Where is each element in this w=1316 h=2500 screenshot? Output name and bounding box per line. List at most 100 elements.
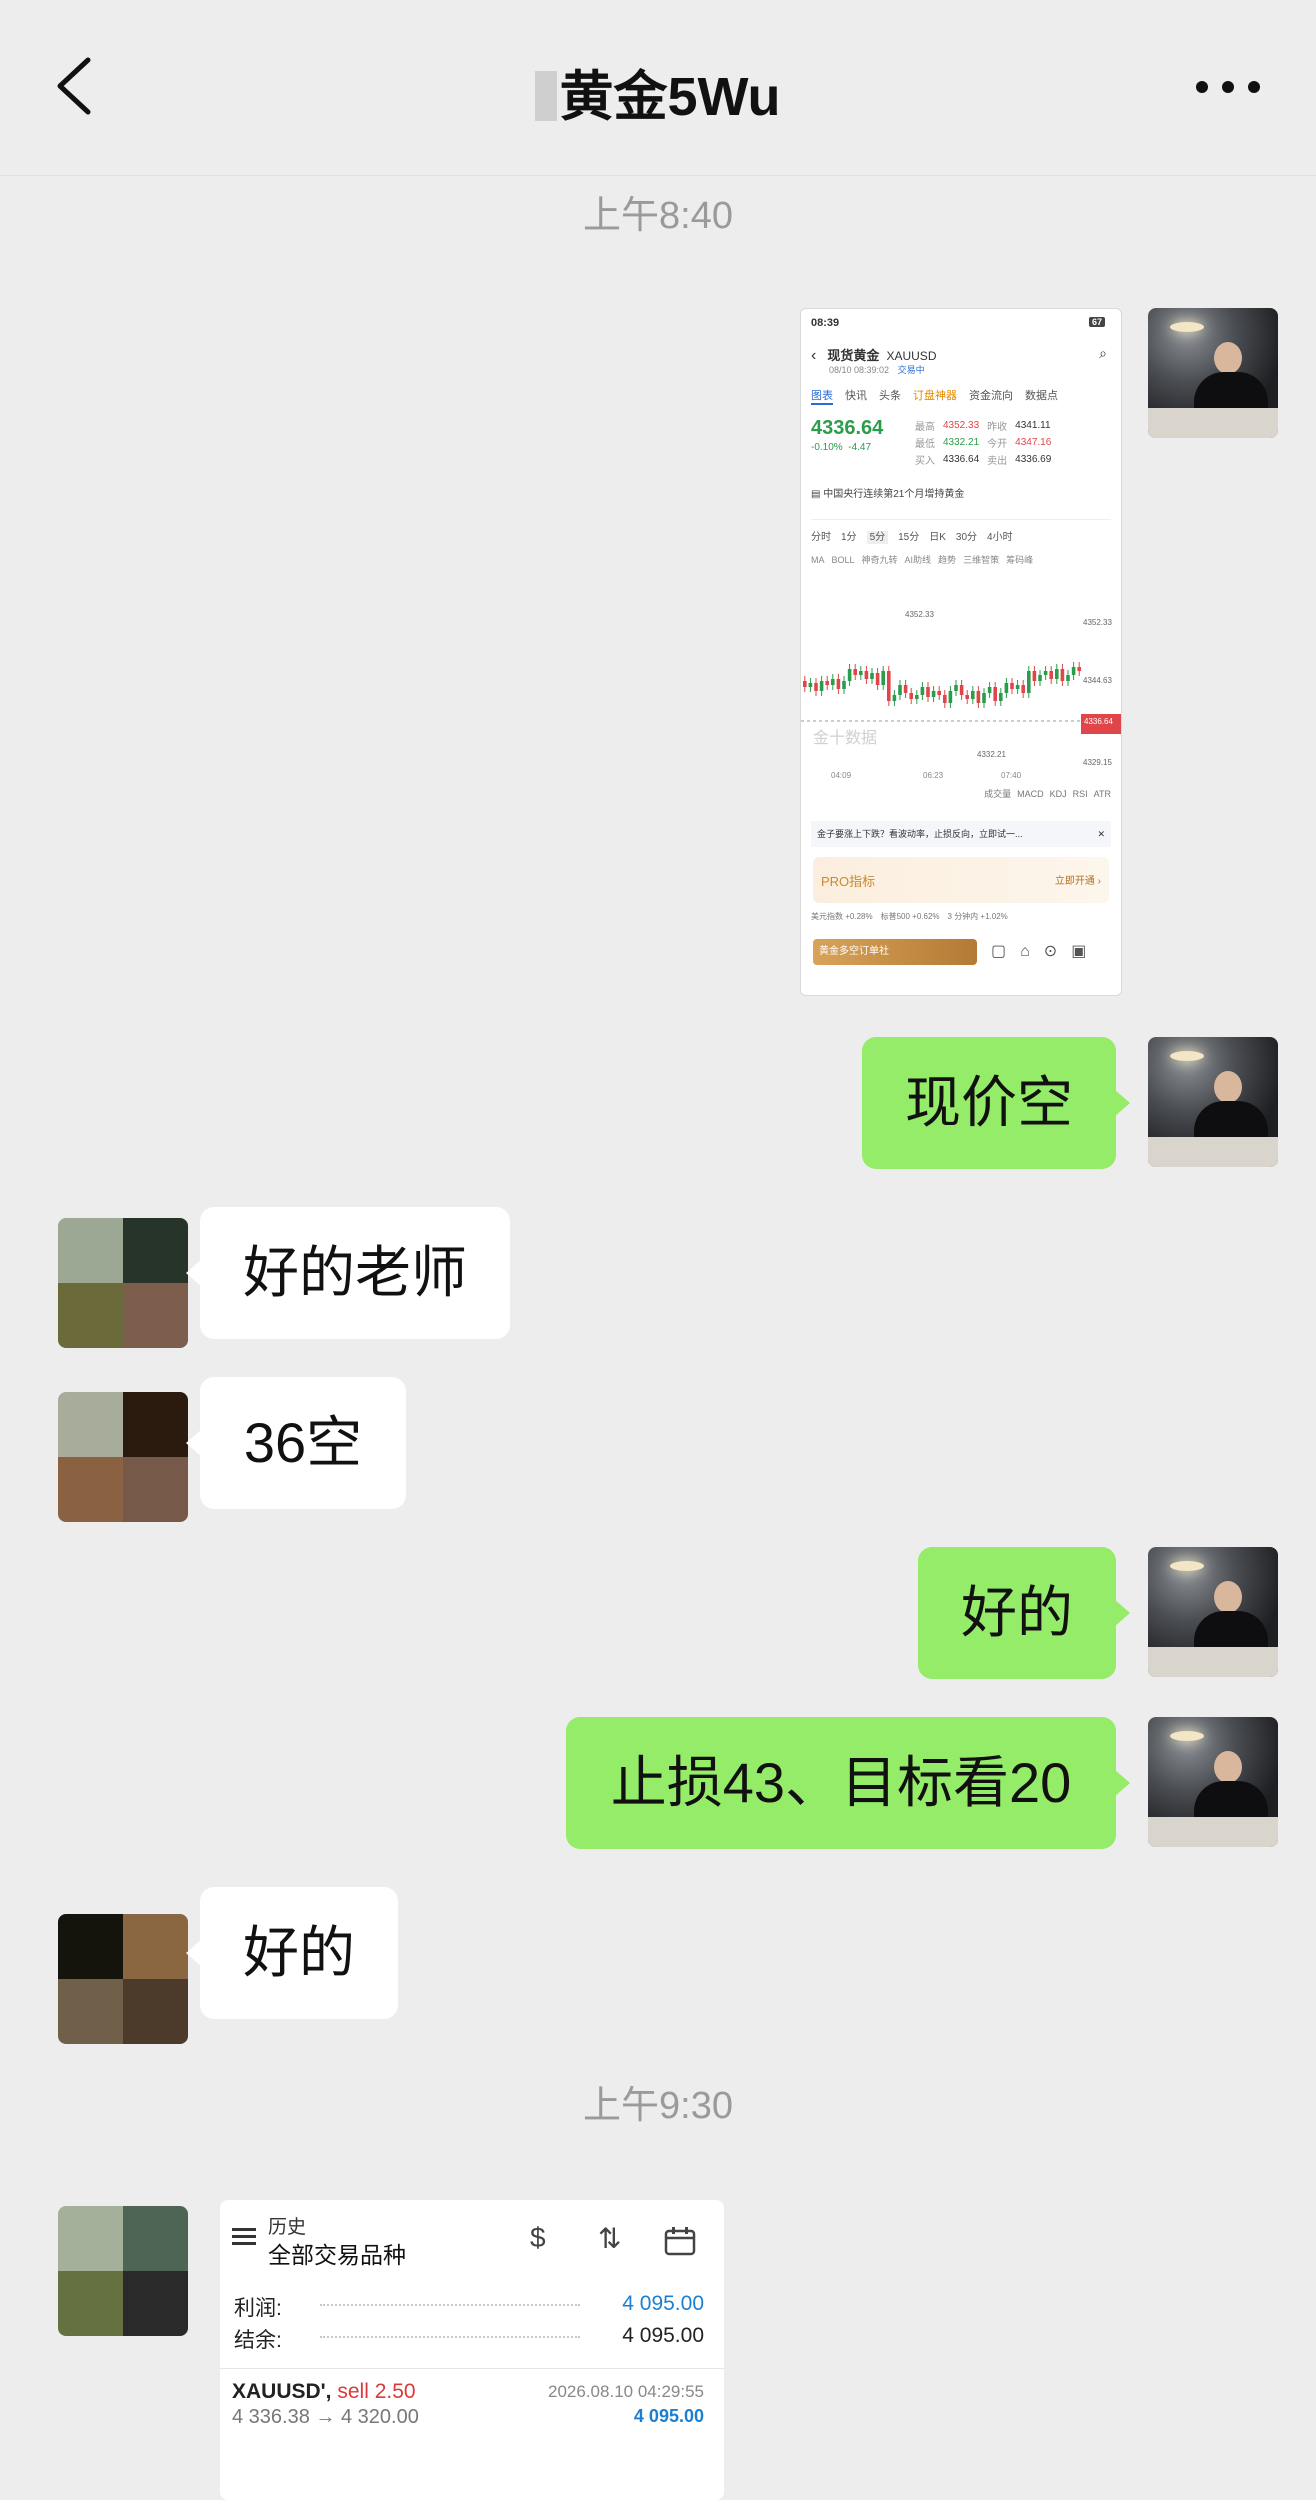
calendar-icon[interactable] (664, 2226, 696, 2262)
close-icon[interactable]: ✕ (1097, 821, 1105, 847)
candle-body (1004, 683, 1009, 693)
message-bubble[interactable]: 现价空 (862, 1037, 1130, 1169)
candle-body (926, 687, 930, 697)
pro-action[interactable]: 立即开通 › (1055, 872, 1101, 887)
order-button-label: 黄金多空订单社 (819, 946, 889, 957)
pro-banner[interactable]: PRO指标 立即开通 › (813, 857, 1109, 903)
candle-body (870, 673, 874, 679)
balance-value: 4 095.00 (622, 2324, 704, 2347)
symbol-filter[interactable]: 全部交易品种 (268, 2236, 406, 2270)
quote-header: ‹ 现货黄金 XAUUSD ⌕ (811, 345, 1111, 365)
avatar[interactable] (58, 1392, 188, 1522)
order-button[interactable]: 黄金多空订单社 (813, 939, 977, 965)
candle-body (1060, 669, 1065, 681)
indicator-tab[interactable]: 趋势 (938, 555, 956, 565)
back-arrow-icon[interactable]: ‹ (811, 347, 816, 364)
tab-chart[interactable]: 图表 (811, 387, 833, 405)
candle-body (825, 681, 829, 685)
status-time: 08:39 (811, 317, 840, 329)
axis-price-label: 4344.63 (1083, 676, 1112, 685)
blurred-prefix (535, 71, 558, 121)
period-tab-active[interactable]: 5分 (866, 531, 889, 544)
axis-price-label: 4329.15 (1083, 758, 1112, 767)
candle-body (814, 683, 818, 691)
search-icon[interactable]: ⌕ (1099, 345, 1107, 362)
avatar[interactable] (1148, 308, 1278, 438)
period-tabs: 分时 1分 5分 15分 日K 30分 4小时 (811, 519, 1111, 544)
candle-body (803, 681, 807, 687)
message-bubble[interactable]: 36空 (186, 1377, 406, 1509)
change-percent: -0.10% (811, 442, 843, 453)
ai-tip-banner[interactable]: 金子要涨上下跌？看波动率，止损反向，立即试一... ✕ (811, 821, 1111, 847)
indicator-tab[interactable]: 三维智策 (963, 555, 999, 565)
tab-fund-flow[interactable]: 资金流向 (969, 387, 1013, 403)
chat-header: 黄金5Wu (0, 0, 1316, 176)
candle-body (965, 695, 969, 699)
chart-screenshot-message[interactable]: 08:39 67 ‹ 现货黄金 XAUUSD ⌕ 08/10 08:39:02 … (800, 308, 1122, 996)
axis-time-label: 07:40 (1001, 771, 1022, 780)
pro-label: PRO指标 (821, 874, 876, 889)
indicator-tab[interactable]: 筹码峰 (1006, 555, 1033, 565)
axis-price-label: 4352.33 (1083, 618, 1112, 627)
news-line[interactable]: ▤ 中国央行连续第21个月增持黄金 (811, 485, 1111, 500)
profit-label: 利润: (234, 2297, 282, 2320)
ai-tip-text: 金子要涨上下跌？看波动率，止损反向，立即试一... (817, 829, 1023, 839)
avatar[interactable] (58, 1218, 188, 1348)
trade-date: 2026.08.10 04:29:55 (548, 2382, 704, 2401)
chart-low-label: 4332.21 (977, 750, 1006, 759)
period-tab[interactable]: 4小时 (987, 532, 1013, 543)
indicator-tabs: MA BOLL 神奇九转 AI助线 趋势 三维智策 筹码峰 (811, 553, 1111, 566)
candle-body (903, 685, 908, 693)
avatar[interactable] (58, 1914, 188, 2044)
bottom-toolbar-icons[interactable]: ▢⌂⊙▣ (991, 941, 1100, 961)
more-dots-icon[interactable] (1188, 62, 1268, 112)
period-tab[interactable]: 分时 (811, 532, 831, 543)
avatar[interactable] (1148, 1547, 1278, 1677)
period-tab[interactable]: 15分 (898, 532, 919, 543)
sub-indicator-tab[interactable]: 成交量 (984, 789, 1011, 799)
candle-body (909, 693, 913, 699)
period-tab[interactable]: 日K (929, 532, 946, 543)
timestamp: 上午9:30 (583, 2085, 733, 2127)
indicator-tab[interactable]: MA (811, 555, 825, 565)
sort-icon[interactable]: ⇅ (598, 2222, 621, 2255)
currency-exchange-icon[interactable]: $ (530, 2222, 546, 2254)
candle-body (1043, 671, 1048, 675)
candle-body (875, 673, 880, 685)
message-bubble[interactable]: 止损43、目标看20 (566, 1717, 1130, 1849)
trade-history-message[interactable]: 历史 全部交易品种 $ ⇅ 利润: 4 095.00 结余: 4 095.00 … (220, 2200, 724, 2500)
indicator-tab[interactable]: BOLL (832, 555, 855, 565)
price-block: 4336.64 -0.10% -4.47 最高 4352.33 昨收 4341.11 … (811, 417, 1111, 467)
trade-row[interactable]: XAUUSD', sell 2.50 (232, 2380, 416, 2404)
candle-body (976, 691, 981, 703)
indicator-tab[interactable]: 神奇九转 (862, 555, 898, 565)
tab-order-tool[interactable]: 订盘神器 (913, 387, 957, 403)
candle-body (971, 691, 975, 699)
sub-indicator-tab[interactable]: MACD (1017, 789, 1044, 799)
candle-body (819, 681, 824, 691)
indicator-tab[interactable]: AI助线 (905, 555, 932, 565)
avatar[interactable] (1148, 1037, 1278, 1167)
ticker-row: 美元指数 +0.28% 标普500 +0.62% 3 分钟内 +1.02% (811, 911, 1111, 922)
hamburger-menu-icon[interactable] (232, 2226, 258, 2254)
candle-body (853, 669, 857, 675)
period-tab[interactable]: 1分 (841, 532, 857, 543)
tab-data[interactable]: 数据点 (1025, 387, 1058, 403)
message-bubble[interactable]: 好的 (918, 1547, 1130, 1679)
ticker-item: 标普500 +0.62% (880, 912, 940, 921)
message-bubble[interactable]: 好的 (186, 1887, 398, 2019)
axis-time-label: 04:09 (831, 771, 852, 780)
tab-flash[interactable]: 快讯 (845, 387, 867, 403)
history-label: 历史 (268, 2217, 307, 2238)
message-bubble[interactable]: 好的老师 (186, 1207, 510, 1339)
sub-indicator-tab[interactable]: KDJ (1050, 789, 1067, 799)
ticker-item: 3 分钟内 +1.02% (947, 912, 1008, 921)
avatar[interactable] (58, 2206, 188, 2336)
chat-title-text: 黄金5Wu (559, 67, 781, 127)
sub-indicator-tab[interactable]: RSI (1073, 789, 1088, 799)
avatar[interactable] (1148, 1717, 1278, 1847)
timestamp: 上午8:40 (583, 195, 733, 237)
sub-indicator-tab[interactable]: ATR (1094, 789, 1111, 799)
period-tab[interactable]: 30分 (956, 532, 977, 543)
tab-headlines[interactable]: 头条 (879, 387, 901, 403)
